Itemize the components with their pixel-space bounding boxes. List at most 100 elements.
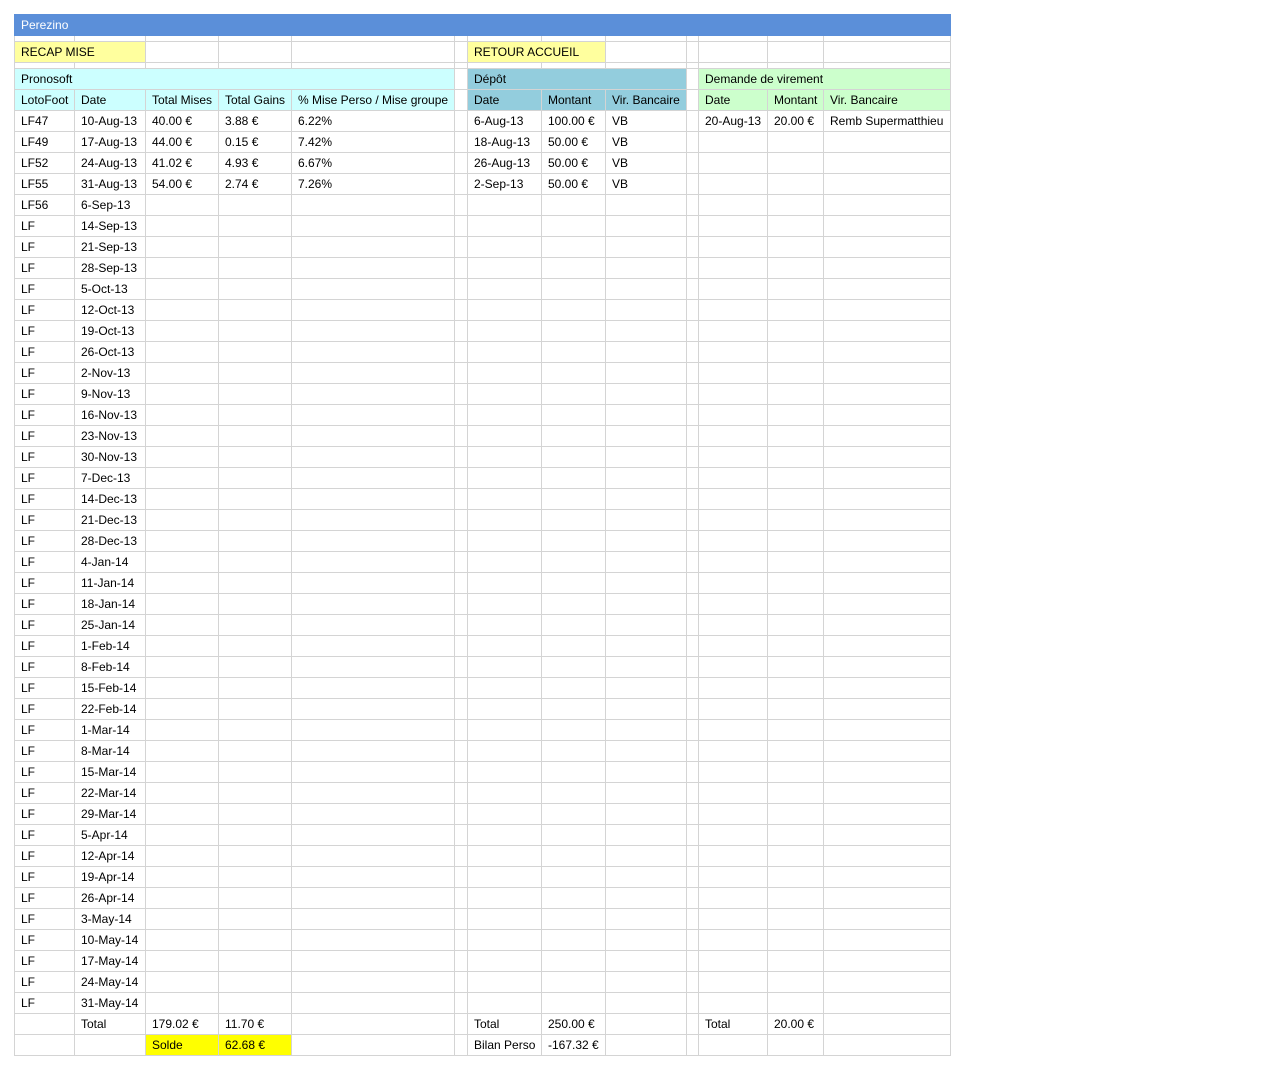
virement-montant-cell[interactable] — [767, 551, 824, 573]
date-cell[interactable]: 14-Dec-13 — [74, 488, 146, 510]
virement-date-cell[interactable] — [698, 236, 768, 258]
depot-montant-cell[interactable] — [541, 635, 606, 657]
empty-cell[interactable] — [823, 1013, 951, 1035]
lotofoot-cell[interactable]: LF — [14, 782, 75, 804]
virement-date-cell[interactable] — [698, 530, 768, 552]
depot-date-cell[interactable] — [467, 992, 542, 1014]
total-gains-cell[interactable] — [218, 593, 292, 615]
virement-date-cell[interactable] — [698, 215, 768, 237]
total-gains-cell[interactable] — [218, 341, 292, 363]
virement-vir-cell[interactable] — [823, 803, 951, 825]
virement-date-cell[interactable] — [698, 152, 768, 174]
virement-vir-cell[interactable] — [823, 677, 951, 699]
depot-montant-cell[interactable] — [541, 614, 606, 636]
total-mises-cell[interactable] — [145, 236, 219, 258]
virement-vir-cell[interactable] — [823, 572, 951, 594]
depot-vir-cell[interactable] — [605, 719, 687, 741]
pct-mise-cell[interactable] — [291, 761, 455, 783]
date-cell[interactable]: 8-Feb-14 — [74, 656, 146, 678]
date-cell[interactable]: 1-Feb-14 — [74, 635, 146, 657]
virement-date-cell[interactable] — [698, 698, 768, 720]
depot-vir-cell[interactable] — [605, 845, 687, 867]
pct-mise-cell[interactable] — [291, 929, 455, 951]
virement-date-cell[interactable] — [698, 677, 768, 699]
date-cell[interactable]: 30-Nov-13 — [74, 446, 146, 468]
depot-date-cell[interactable] — [467, 425, 542, 447]
pct-mise-cell[interactable] — [291, 656, 455, 678]
depot-montant-cell[interactable] — [541, 740, 606, 762]
date-cell[interactable]: 3-May-14 — [74, 908, 146, 930]
pct-mise-cell[interactable] — [291, 887, 455, 909]
date-cell[interactable]: 23-Nov-13 — [74, 425, 146, 447]
depot-montant-cell[interactable] — [541, 446, 606, 468]
total-gains-cell[interactable] — [218, 950, 292, 972]
depot-date-cell[interactable] — [467, 908, 542, 930]
depot-vir-cell[interactable]: VB — [605, 110, 687, 132]
depot-date-cell[interactable] — [467, 278, 542, 300]
total-mises-cell[interactable] — [145, 761, 219, 783]
depot-vir-cell[interactable] — [605, 950, 687, 972]
date-cell[interactable]: 7-Dec-13 — [74, 467, 146, 489]
virement-date-cell[interactable] — [698, 992, 768, 1014]
total-mises-cell[interactable] — [145, 383, 219, 405]
lotofoot-cell[interactable]: LF — [14, 656, 75, 678]
total-gains-cell[interactable] — [218, 614, 292, 636]
depot-date-cell[interactable] — [467, 614, 542, 636]
virement-montant-cell[interactable] — [767, 782, 824, 804]
pct-mise-cell[interactable] — [291, 257, 455, 279]
virement-date-cell[interactable] — [698, 425, 768, 447]
total-mises-cell[interactable] — [145, 530, 219, 552]
depot-montant-cell[interactable]: 100.00 € — [541, 110, 606, 132]
virement-vir-cell[interactable] — [823, 698, 951, 720]
depot-date-cell[interactable] — [467, 572, 542, 594]
virement-date-cell[interactable] — [698, 131, 768, 153]
lotofoot-cell[interactable]: LF — [14, 992, 75, 1014]
total-mises-cell[interactable]: 44.00 € — [145, 131, 219, 153]
depot-date-cell[interactable] — [467, 635, 542, 657]
total-mises-cell[interactable] — [145, 509, 219, 531]
total-mises-cell[interactable] — [145, 992, 219, 1014]
virement-montant-cell[interactable] — [767, 992, 824, 1014]
virement-montant-cell[interactable] — [767, 656, 824, 678]
depot-vir-cell[interactable] — [605, 887, 687, 909]
total-mises-cell[interactable] — [145, 971, 219, 993]
lotofoot-cell[interactable]: LF — [14, 593, 75, 615]
total-mises-cell[interactable] — [145, 257, 219, 279]
pct-mise-cell[interactable]: 7.42% — [291, 131, 455, 153]
pct-mise-cell[interactable] — [291, 593, 455, 615]
virement-montant-cell[interactable] — [767, 194, 824, 216]
virement-date-cell[interactable] — [698, 782, 768, 804]
total-mises-cell[interactable] — [145, 446, 219, 468]
virement-vir-cell[interactable] — [823, 719, 951, 741]
depot-montant-cell[interactable] — [541, 215, 606, 237]
depot-montant-cell[interactable] — [541, 593, 606, 615]
virement-date-cell[interactable] — [698, 971, 768, 993]
depot-date-cell[interactable] — [467, 887, 542, 909]
date-cell[interactable]: 4-Jan-14 — [74, 551, 146, 573]
depot-vir-cell[interactable] — [605, 782, 687, 804]
lotofoot-cell[interactable]: LF — [14, 908, 75, 930]
total-mises-cell[interactable] — [145, 908, 219, 930]
date-cell[interactable]: 24-May-14 — [74, 971, 146, 993]
depot-vir-cell[interactable] — [605, 971, 687, 993]
depot-montant-cell[interactable] — [541, 341, 606, 363]
virement-vir-cell[interactable] — [823, 404, 951, 426]
virement-vir-cell[interactable] — [823, 635, 951, 657]
date-cell[interactable]: 14-Sep-13 — [74, 215, 146, 237]
depot-vir-cell[interactable] — [605, 509, 687, 531]
depot-montant-cell[interactable] — [541, 404, 606, 426]
pct-mise-cell[interactable] — [291, 740, 455, 762]
date-cell[interactable]: 6-Sep-13 — [74, 194, 146, 216]
depot-vir-cell[interactable] — [605, 551, 687, 573]
virement-date-cell[interactable] — [698, 866, 768, 888]
depot-date-cell[interactable] — [467, 341, 542, 363]
depot-montant-cell[interactable] — [541, 971, 606, 993]
empty-cell[interactable] — [145, 41, 219, 63]
depot-montant-cell[interactable] — [541, 278, 606, 300]
total-gains-cell[interactable] — [218, 299, 292, 321]
date-cell[interactable]: 19-Oct-13 — [74, 320, 146, 342]
depot-montant-cell[interactable] — [541, 194, 606, 216]
total-gains-cell[interactable] — [218, 404, 292, 426]
empty-cell[interactable] — [605, 1034, 687, 1056]
pct-mise-cell[interactable] — [291, 509, 455, 531]
